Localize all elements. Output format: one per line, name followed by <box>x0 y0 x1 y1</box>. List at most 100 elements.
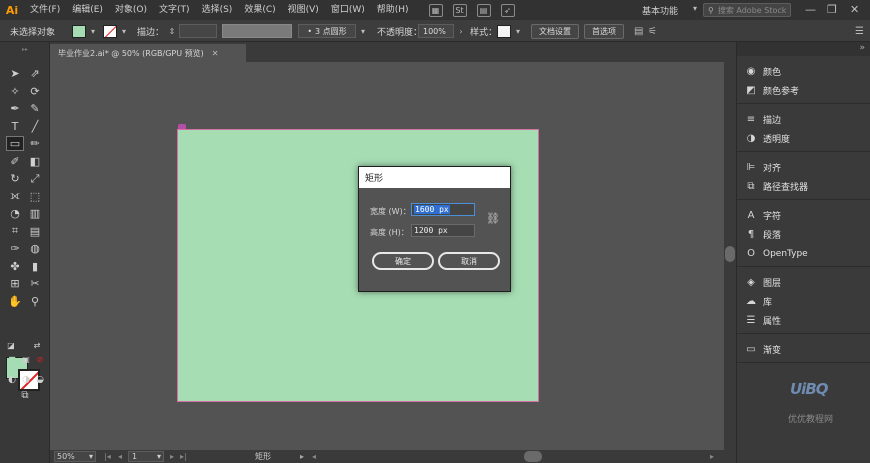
menu-item-0[interactable]: 文件(F) <box>24 0 66 20</box>
symbol-sprayer-tool[interactable]: ✤ <box>6 259 24 274</box>
artboard-number-field[interactable]: 1 ▾ <box>128 451 164 462</box>
zoom-tool[interactable]: ⚲ <box>26 294 44 309</box>
menu-item-2[interactable]: 对象(O) <box>109 0 153 20</box>
workspace-switcher[interactable]: 基本功能 <box>642 4 678 17</box>
stroke-dropdown-icon[interactable]: ▾ <box>117 24 131 38</box>
panel-item-properties[interactable]: ☰ 属性 <box>737 311 870 330</box>
stroke-weight-stepper-icon[interactable]: ⇕ <box>165 24 179 38</box>
line-tool[interactable]: ╱ <box>26 119 44 134</box>
scale-tool[interactable]: ⤢ <box>26 171 44 186</box>
curvature-tool[interactable]: ✎ <box>26 101 44 116</box>
document-tab[interactable]: 毕业作业2.ai* @ 50% (RGB/GPU 预览) ✕ <box>50 44 246 62</box>
brush-dropdown-icon[interactable]: ▾ <box>356 24 370 38</box>
gradient-tool[interactable]: ▤ <box>26 224 44 239</box>
maximize-button[interactable]: ❐ <box>827 3 837 16</box>
graphic-style-swatch[interactable] <box>497 24 511 38</box>
eraser-tool[interactable]: ◧ <box>26 154 44 169</box>
panel-item-paragraph[interactable]: ¶ 段落 <box>737 225 870 244</box>
menu-item-5[interactable]: 效果(C) <box>238 0 281 20</box>
collapse-panels-icon[interactable]: » <box>859 43 865 53</box>
minimize-button[interactable]: — <box>805 3 816 16</box>
variable-width-profile[interactable] <box>222 24 292 38</box>
last-artboard-icon[interactable]: ▸| <box>180 451 187 462</box>
close-window-button[interactable]: ✕ <box>850 3 859 16</box>
column-graph-tool[interactable]: ▮ <box>26 259 44 274</box>
panel-item-color-guide[interactable]: ◩ 颜色参考 <box>737 81 870 100</box>
menu-item-3[interactable]: 文字(T) <box>153 0 196 20</box>
workspace-chevron-icon[interactable]: ▾ <box>693 4 697 13</box>
stock-icon[interactable]: St <box>452 3 467 17</box>
lasso-tool[interactable]: ⟳ <box>26 84 44 99</box>
type-tool[interactable]: T <box>6 119 24 134</box>
status-menu-icon[interactable]: ▸ <box>300 451 304 462</box>
control-bar-options-icon[interactable]: ☰ <box>855 24 864 38</box>
scroll-left-icon[interactable]: ◂ <box>312 451 316 462</box>
blend-tool[interactable]: ◍ <box>26 241 44 256</box>
height-input[interactable]: 1200 px <box>411 224 475 237</box>
panel-item-stroke[interactable]: ≡ 描边 <box>737 110 870 129</box>
shape-builder-tool[interactable]: ◔ <box>6 206 24 221</box>
opacity-field[interactable]: 100% <box>418 24 454 38</box>
brush-definition-field[interactable]: • 3 点圆形 <box>298 24 356 38</box>
close-tab-icon[interactable]: ✕ <box>212 49 219 58</box>
vertical-scrollbar-thumb[interactable] <box>725 246 735 262</box>
stroke-color-swatch[interactable] <box>103 24 117 38</box>
arrange-icon[interactable]: ▤ <box>634 24 643 38</box>
paintbrush-tool[interactable]: ✏ <box>26 136 44 151</box>
panel-item-pathfinder[interactable]: ⧉ 路径查找器 <box>737 177 870 196</box>
hand-tool[interactable]: ✋ <box>6 294 24 309</box>
pen-tool[interactable]: ✒ <box>6 101 24 116</box>
stroke-weight-field[interactable] <box>179 24 217 38</box>
artboard-tool[interactable]: ⊞ <box>6 276 24 291</box>
draw-inside-icon[interactable]: ◒ <box>31 372 49 387</box>
search-stock-input[interactable]: ⚲ 搜索 Adobe Stock <box>703 3 791 17</box>
direct-selection-tool[interactable]: ⇗ <box>26 66 44 81</box>
rotate-tool[interactable]: ↻ <box>6 171 24 186</box>
perspective-grid-tool[interactable]: ▥ <box>26 206 44 221</box>
first-artboard-icon[interactable]: |◂ <box>104 451 111 462</box>
menu-item-1[interactable]: 编辑(E) <box>66 0 109 20</box>
panel-item-opentype[interactable]: O OpenType <box>737 244 870 263</box>
panel-item-align[interactable]: ⊫ 对齐 <box>737 158 870 177</box>
style-dropdown-icon[interactable]: ▾ <box>511 24 525 38</box>
preferences-button[interactable]: 首选项 <box>584 23 624 39</box>
eyedropper-tool[interactable]: ✑ <box>6 241 24 256</box>
gpu-performance-icon[interactable]: ➶ <box>500 3 515 17</box>
panel-item-layers[interactable]: ◈ 图层 <box>737 273 870 292</box>
selection-tool[interactable]: ➤ <box>6 66 24 81</box>
panel-item-transparency[interactable]: ◑ 透明度 <box>737 129 870 148</box>
cancel-button[interactable]: 取消 <box>438 252 500 270</box>
previous-artboard-icon[interactable]: ◂ <box>118 451 122 462</box>
menu-item-4[interactable]: 选择(S) <box>196 0 239 20</box>
menu-item-7[interactable]: 窗口(W) <box>325 0 371 20</box>
slice-tool[interactable]: ✂ <box>26 276 44 291</box>
menu-item-6[interactable]: 视图(V) <box>282 0 325 20</box>
shaper-tool[interactable]: ✐ <box>6 154 24 169</box>
control-bar-menu-icon[interactable]: ⚟ <box>648 24 657 38</box>
fill-color-swatch[interactable] <box>72 24 86 38</box>
constrain-proportions-link-icon[interactable]: ⛓ <box>486 212 500 226</box>
panel-item-color[interactable]: ◉ 颜色 <box>737 62 870 81</box>
width-tool[interactable]: ⟗ <box>6 189 24 204</box>
screen-mode-icon[interactable]: ⧉ <box>16 388 34 403</box>
rectangle-tool[interactable]: ▭ <box>6 136 24 151</box>
menu-item-8[interactable]: 帮助(H) <box>371 0 415 20</box>
mesh-tool[interactable]: ⌗ <box>6 224 24 239</box>
document-setup-button[interactable]: 文档设置 <box>531 23 579 39</box>
swap-fill-stroke-icon[interactable]: ⇄ <box>28 338 46 353</box>
fill-dropdown-icon[interactable]: ▾ <box>86 24 100 38</box>
zoom-field[interactable]: 50% ▾ <box>54 451 96 462</box>
none-mode-icon[interactable]: ⊘ <box>31 352 49 367</box>
vertical-scrollbar[interactable] <box>724 62 736 450</box>
panel-item-gradient[interactable]: ▭ 渐变 <box>737 340 870 359</box>
free-transform-tool[interactable]: ⬚ <box>26 189 44 204</box>
scroll-right-icon[interactable]: ▸ <box>710 451 714 462</box>
opacity-chevron-icon[interactable]: › <box>454 24 468 38</box>
magic-wand-tool[interactable]: ✧ <box>6 84 24 99</box>
horizontal-scrollbar-thumb[interactable] <box>524 451 542 462</box>
panel-item-character[interactable]: A 字符 <box>737 206 870 225</box>
width-input[interactable]: 1600 px <box>411 203 475 216</box>
ok-button[interactable]: 确定 <box>372 252 434 270</box>
next-artboard-icon[interactable]: ▸ <box>170 451 174 462</box>
br-icon[interactable]: ▦ <box>428 3 443 17</box>
